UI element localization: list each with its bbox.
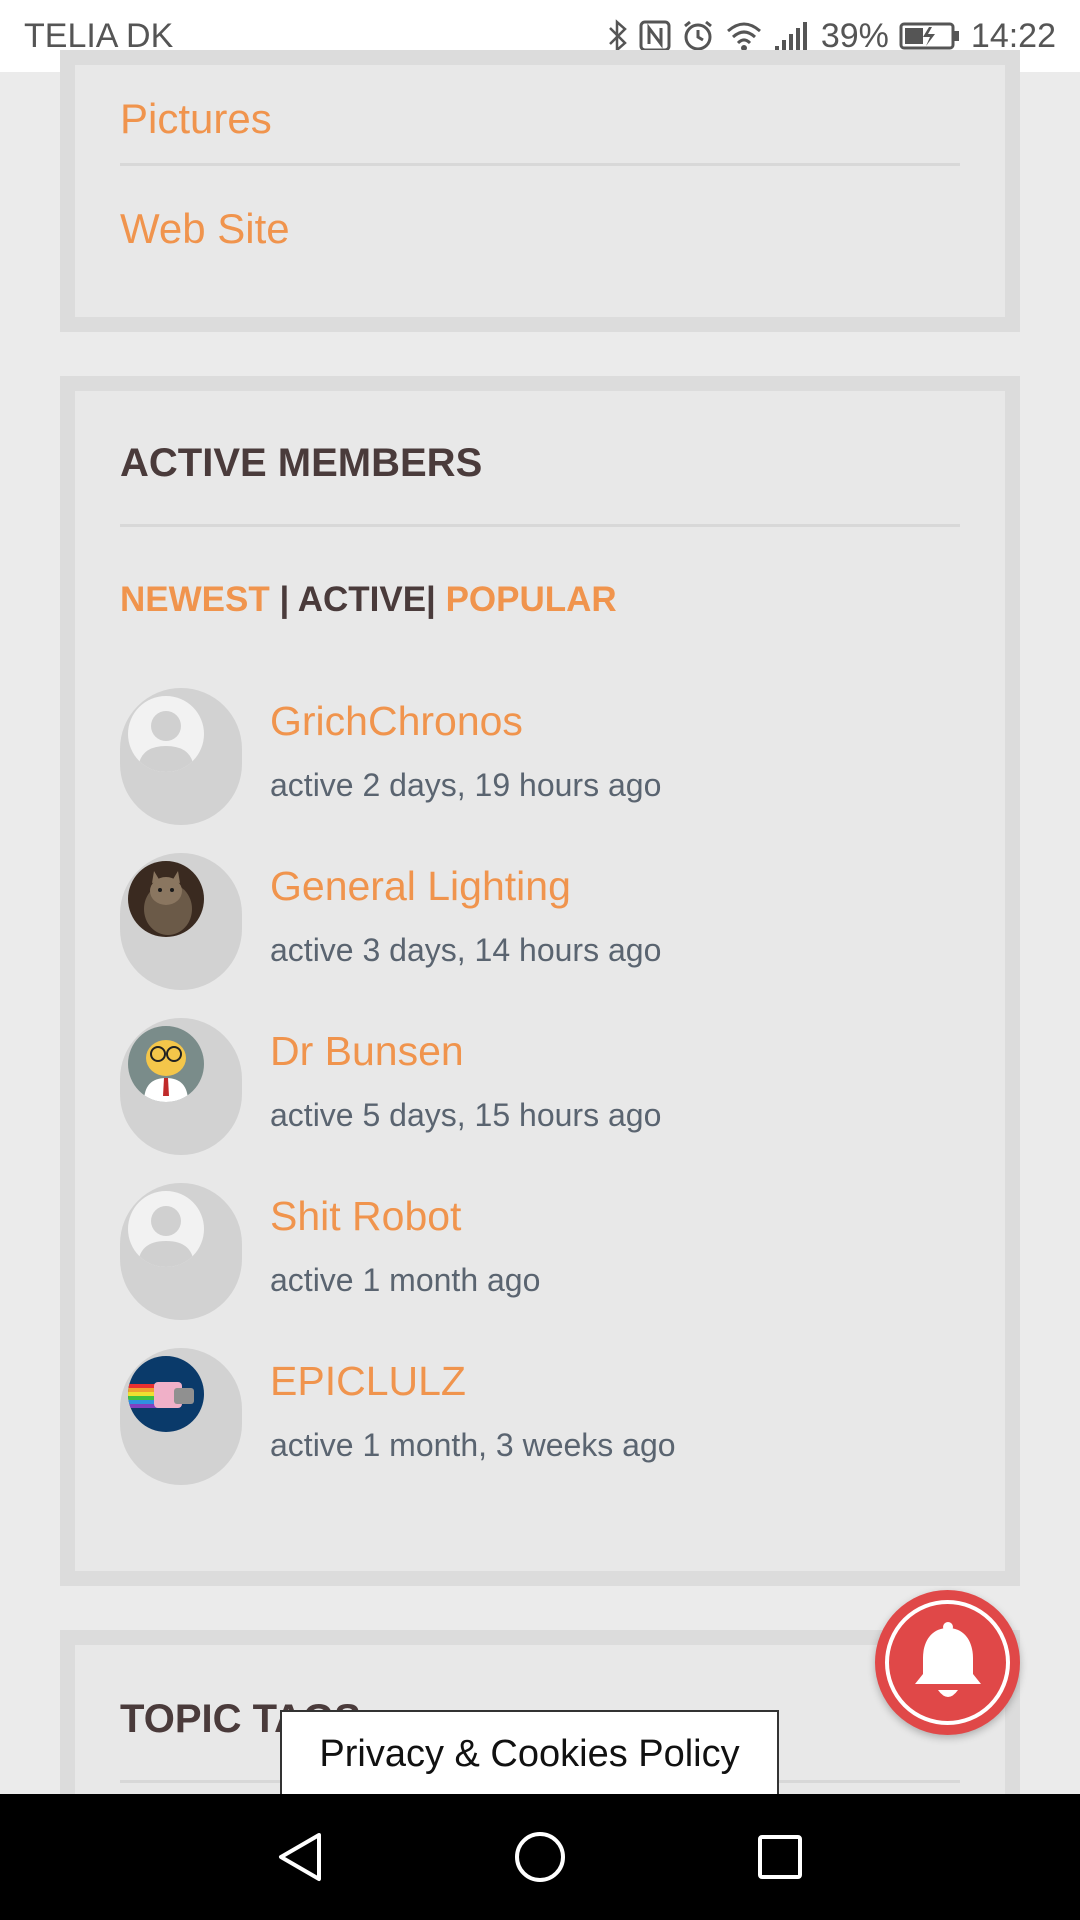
list-item: EPICLULZ active 1 month, 3 weeks ago bbox=[120, 1348, 960, 1513]
list-item: GrichChronos active 2 days, 19 hours ago bbox=[120, 688, 960, 853]
bell-icon bbox=[885, 1600, 1010, 1725]
list-item: Dr Bunsen active 5 days, 15 hours ago bbox=[120, 1018, 960, 1183]
tab-popular[interactable]: POPULAR bbox=[446, 580, 617, 619]
avatar[interactable] bbox=[120, 688, 242, 825]
cartoon-scientist-avatar bbox=[128, 1026, 204, 1102]
member-filter-tabs: NEWEST | ACTIVE| POPULAR bbox=[120, 527, 960, 620]
notification-bell-button[interactable] bbox=[875, 1590, 1020, 1735]
member-name[interactable]: Shit Robot bbox=[270, 1193, 540, 1240]
link-web-site[interactable]: Web Site bbox=[120, 166, 960, 292]
wifi-icon bbox=[725, 20, 763, 52]
recents-button[interactable] bbox=[720, 1794, 840, 1920]
avatar[interactable] bbox=[120, 1018, 242, 1155]
active-members-widget: ACTIVE MEMBERS NEWEST | ACTIVE| POPULAR … bbox=[60, 376, 1020, 1586]
cat-photo-avatar bbox=[128, 861, 204, 937]
member-last-active: active 1 month, 3 weeks ago bbox=[270, 1427, 676, 1463]
avatar[interactable] bbox=[120, 1348, 242, 1485]
tab-active[interactable]: ACTIVE bbox=[298, 580, 426, 619]
member-name[interactable]: Dr Bunsen bbox=[270, 1028, 661, 1075]
system-nav-bar bbox=[0, 1794, 1080, 1920]
bluetooth-icon bbox=[607, 19, 629, 53]
avatar[interactable] bbox=[120, 853, 242, 990]
list-item: Shit Robot active 1 month ago bbox=[120, 1183, 960, 1348]
default-avatar-icon bbox=[128, 696, 204, 772]
member-list: GrichChronos active 2 days, 19 hours ago… bbox=[120, 688, 960, 1513]
link-pictures[interactable]: Pictures bbox=[120, 65, 960, 163]
home-icon bbox=[515, 1832, 565, 1882]
member-name[interactable]: EPICLULZ bbox=[270, 1358, 676, 1405]
battery-charging-icon bbox=[899, 21, 961, 51]
links-widget: Pictures Web Site bbox=[60, 50, 1020, 332]
default-avatar-icon bbox=[128, 1191, 204, 1267]
back-icon bbox=[279, 1833, 321, 1881]
member-last-active: active 1 month ago bbox=[270, 1262, 541, 1298]
alarm-icon bbox=[681, 19, 715, 53]
avatar[interactable] bbox=[120, 1183, 242, 1320]
section-title: ACTIVE MEMBERS bbox=[120, 441, 483, 485]
recents-icon bbox=[758, 1835, 802, 1879]
nyan-cat-avatar bbox=[128, 1356, 204, 1432]
signal-icon bbox=[773, 20, 811, 52]
home-button[interactable] bbox=[480, 1794, 600, 1920]
tab-separator: | bbox=[426, 580, 446, 619]
list-item: General Lighting active 3 days, 14 hours… bbox=[120, 853, 960, 1018]
back-button[interactable] bbox=[240, 1794, 360, 1920]
member-name[interactable]: GrichChronos bbox=[270, 698, 661, 745]
member-last-active: active 3 days, 14 hours ago bbox=[270, 932, 662, 968]
tab-separator: | bbox=[269, 580, 298, 619]
tab-newest[interactable]: NEWEST bbox=[120, 580, 270, 619]
member-last-active: active 2 days, 19 hours ago bbox=[270, 767, 662, 803]
member-last-active: active 5 days, 15 hours ago bbox=[270, 1097, 662, 1133]
member-name[interactable]: General Lighting bbox=[270, 863, 661, 910]
nfc-icon bbox=[639, 20, 671, 52]
privacy-cookies-button[interactable]: Privacy & Cookies Policy bbox=[280, 1710, 779, 1796]
